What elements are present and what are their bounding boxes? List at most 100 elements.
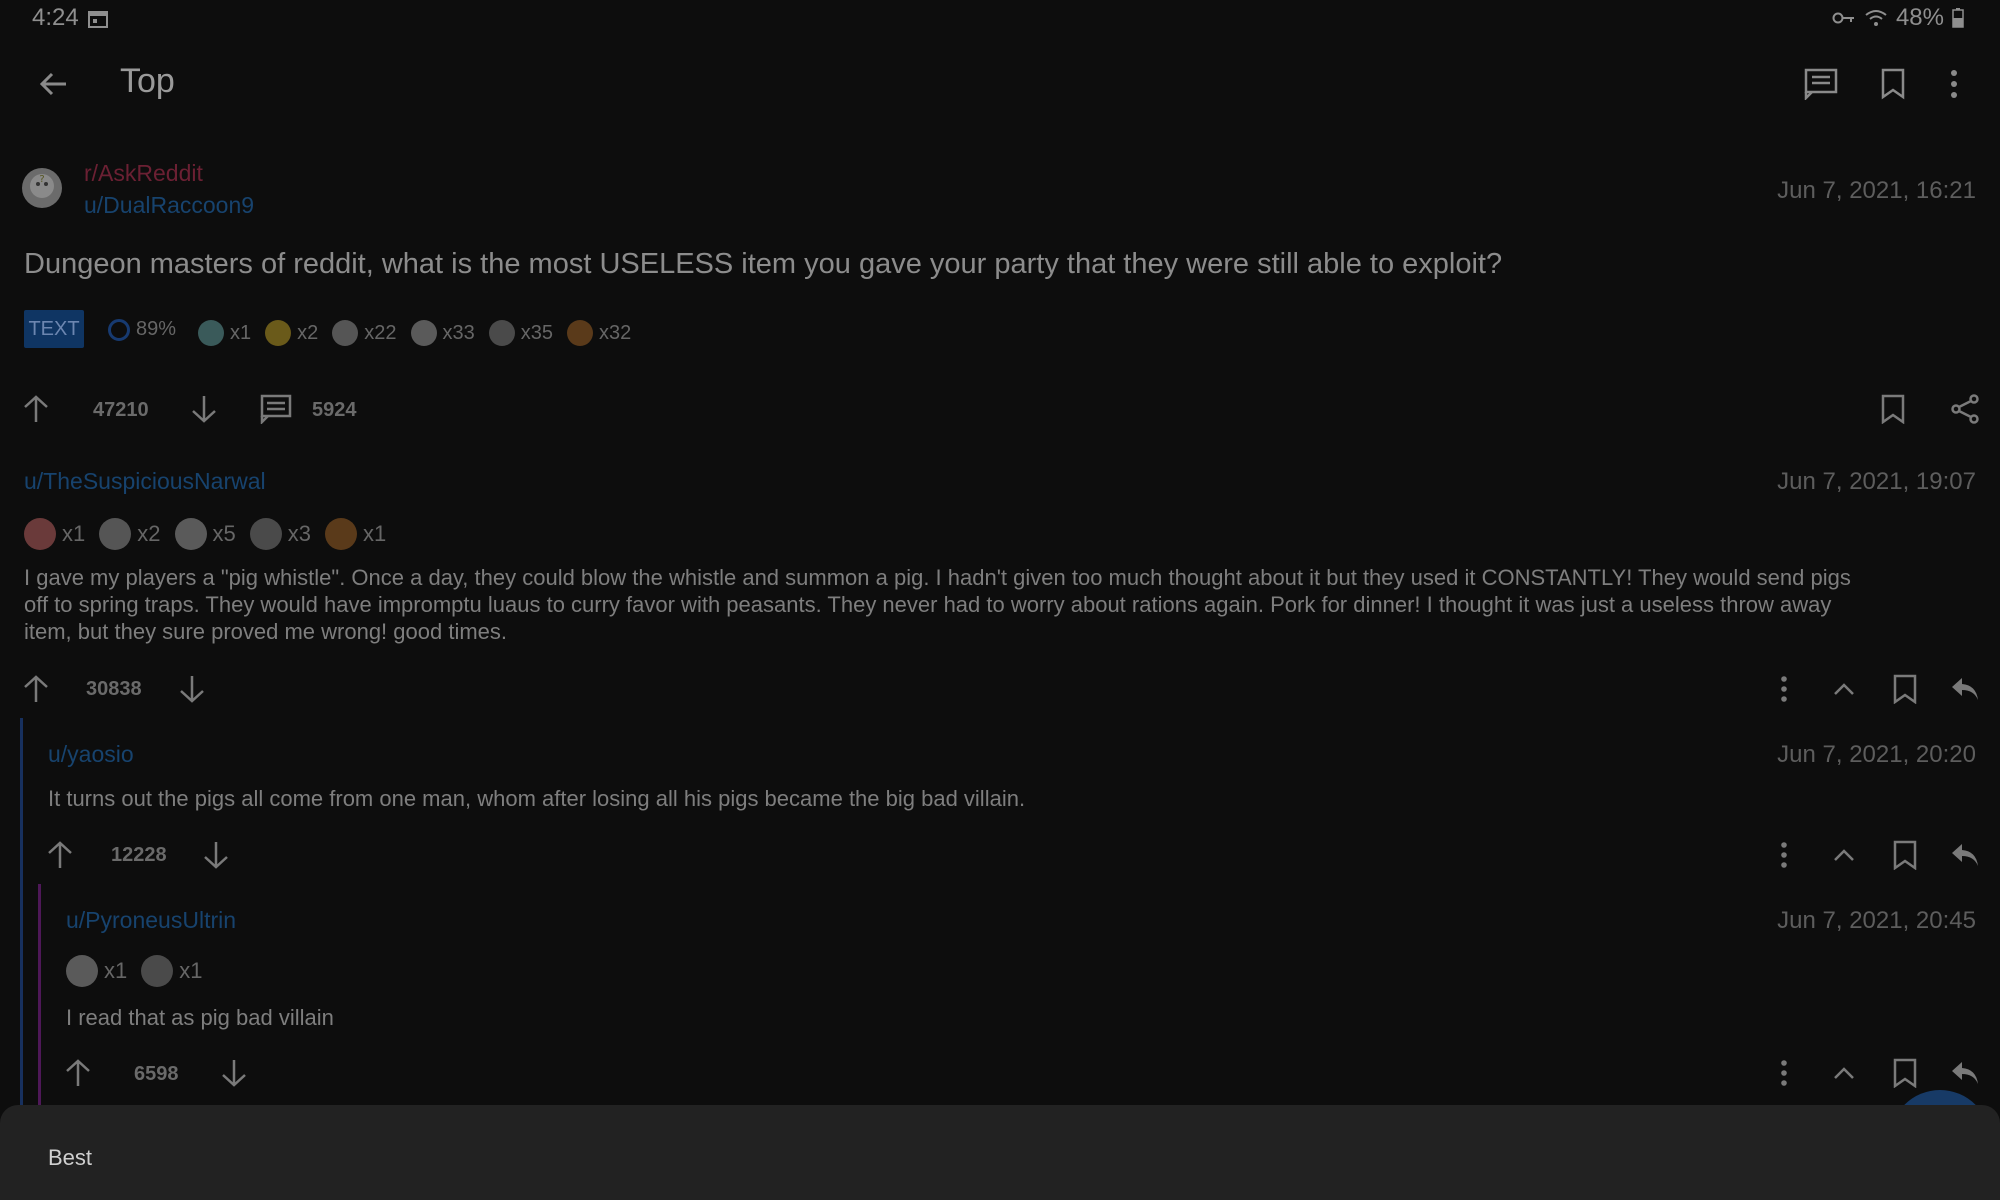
comment-collapse-button[interactable] (1830, 1058, 1858, 1088)
award-count: x1 (230, 321, 252, 344)
post-type-chip[interactable]: TEXT (24, 310, 84, 348)
subreddit-avatar[interactable]: ? (22, 168, 62, 208)
award-count: x2 (137, 521, 161, 546)
award-icon (325, 518, 357, 550)
more-vert-icon (1781, 842, 1787, 868)
calendar-icon (88, 10, 108, 28)
post-downvote-button[interactable] (190, 394, 218, 424)
comment-downvote-button[interactable] (178, 674, 206, 704)
comment-collapse-button[interactable] (1830, 840, 1858, 870)
post-upvote-button[interactable] (22, 394, 50, 424)
comment-score: 12228 (111, 844, 167, 866)
comment-body: It turns out the pigs all come from one … (48, 786, 1026, 811)
post-score: 47210 (93, 399, 149, 421)
award-icon (141, 955, 174, 987)
comment-date: Jun 7, 2021, 20:20 (1777, 741, 1976, 768)
subreddit-link[interactable]: r/AskReddit (84, 160, 203, 187)
award-icon (410, 320, 437, 346)
arrow-down-icon (180, 676, 204, 703)
back-arrow-icon (39, 72, 66, 96)
comment-author-link[interactable]: u/yaosio (48, 741, 134, 768)
chevron-up-icon (1834, 683, 1854, 695)
comment-more-button[interactable] (1778, 840, 1790, 870)
post-comments-button[interactable] (260, 394, 292, 424)
comments-view-button[interactable] (1804, 68, 1838, 100)
comment-body-line: off to spring traps. They would have imp… (24, 592, 1832, 617)
comment-author-link[interactable]: u/TheSuspiciousNarwal (24, 468, 266, 495)
award-count: x3 (287, 521, 311, 546)
comment-upvote-button[interactable] (22, 674, 50, 704)
comment-body-line: I gave my players a "pig whistle". Once … (24, 565, 1851, 590)
page-title: Top (120, 62, 175, 100)
status-indicators: 48% (1832, 4, 1964, 32)
chevron-up-icon (1834, 1067, 1854, 1079)
comment-upvote-button[interactable] (64, 1058, 92, 1088)
back-button[interactable] (38, 68, 70, 100)
upvote-ratio-value: 89% (136, 318, 177, 340)
comment-reply-button[interactable] (1950, 1058, 1980, 1088)
more-vert-icon (1951, 70, 1957, 98)
comment-score: 30838 (86, 678, 142, 700)
award-icon (99, 518, 132, 550)
comment-author-link[interactable]: u/PyroneusUltrin (66, 907, 236, 934)
status-time: 4:24 (32, 4, 79, 31)
thread-indent-bar (38, 884, 41, 1108)
sort-bottom-sheet (0, 1105, 2000, 1200)
svg-text:?: ? (39, 174, 44, 185)
reply-icon (1952, 844, 1978, 866)
battery-text: 48% (1895, 4, 1944, 31)
comment-downvote-button[interactable] (220, 1058, 248, 1088)
award-count: x2 (297, 321, 319, 344)
comment-body-line: item, but they sure proved me wrong! goo… (24, 619, 508, 644)
arrow-up-icon (48, 841, 72, 868)
award-count: x32 (599, 321, 632, 344)
post-comment-count: 5924 (312, 399, 357, 421)
comment-more-button[interactable] (1778, 1058, 1790, 1088)
bookmark-icon (1893, 1058, 1917, 1088)
award-icon (174, 518, 207, 550)
post-author-link[interactable]: u/DualRaccoon9 (84, 192, 254, 219)
post-title: Dungeon masters of reddit, what is the m… (24, 248, 1503, 280)
comment-save-button[interactable] (1892, 1058, 1918, 1088)
comment-more-button[interactable] (1778, 674, 1790, 704)
chevron-up-icon (1834, 849, 1854, 861)
sort-option-best[interactable]: Best (48, 1145, 92, 1171)
more-options-button[interactable] (1948, 68, 1960, 100)
comment-collapse-button[interactable] (1830, 674, 1858, 704)
more-vert-icon (1781, 1060, 1787, 1086)
comment-reply-button[interactable] (1950, 840, 1980, 870)
vpn-key-icon (1832, 11, 1856, 25)
more-vert-icon (1781, 676, 1787, 702)
award-count: x22 (364, 321, 397, 344)
share-icon (1951, 394, 1979, 424)
comment-reply-button[interactable] (1950, 674, 1980, 704)
award-count: x1 (363, 521, 387, 546)
award-count: x35 (520, 321, 553, 344)
award-icon (249, 518, 282, 550)
comment-save-button[interactable] (1892, 674, 1918, 704)
bookmark-icon (1881, 394, 1905, 424)
post-awards: x1 x2 x22 x33 x35 x32 (198, 320, 631, 346)
comment-date: Jun 7, 2021, 20:45 (1777, 907, 1976, 934)
reply-icon (1952, 678, 1978, 700)
thread-indent-bar (20, 718, 23, 1108)
battery-icon (1952, 8, 1964, 28)
comment-save-button[interactable] (1892, 840, 1918, 870)
arrow-up-icon (24, 395, 48, 422)
comment-icon (260, 394, 292, 424)
comment-downvote-button[interactable] (202, 840, 230, 870)
award-icon (265, 320, 292, 346)
bookmark-post-button[interactable] (1880, 68, 1906, 100)
award-icon (66, 955, 98, 987)
upvote-ratio-icon (108, 318, 130, 341)
arrow-down-icon (192, 396, 216, 423)
award-count: x1 (179, 958, 203, 983)
post-save-button[interactable] (1880, 394, 1906, 424)
comment-icon (1804, 68, 1838, 100)
award-icon (198, 320, 224, 346)
comment-upvote-button[interactable] (46, 840, 74, 870)
post-share-button[interactable] (1950, 394, 1980, 424)
comment-body: I gave my players a "pig whistle". Once … (24, 564, 1984, 645)
upvote-ratio: 89% (108, 318, 176, 341)
comment-date: Jun 7, 2021, 19:07 (1777, 468, 1976, 495)
